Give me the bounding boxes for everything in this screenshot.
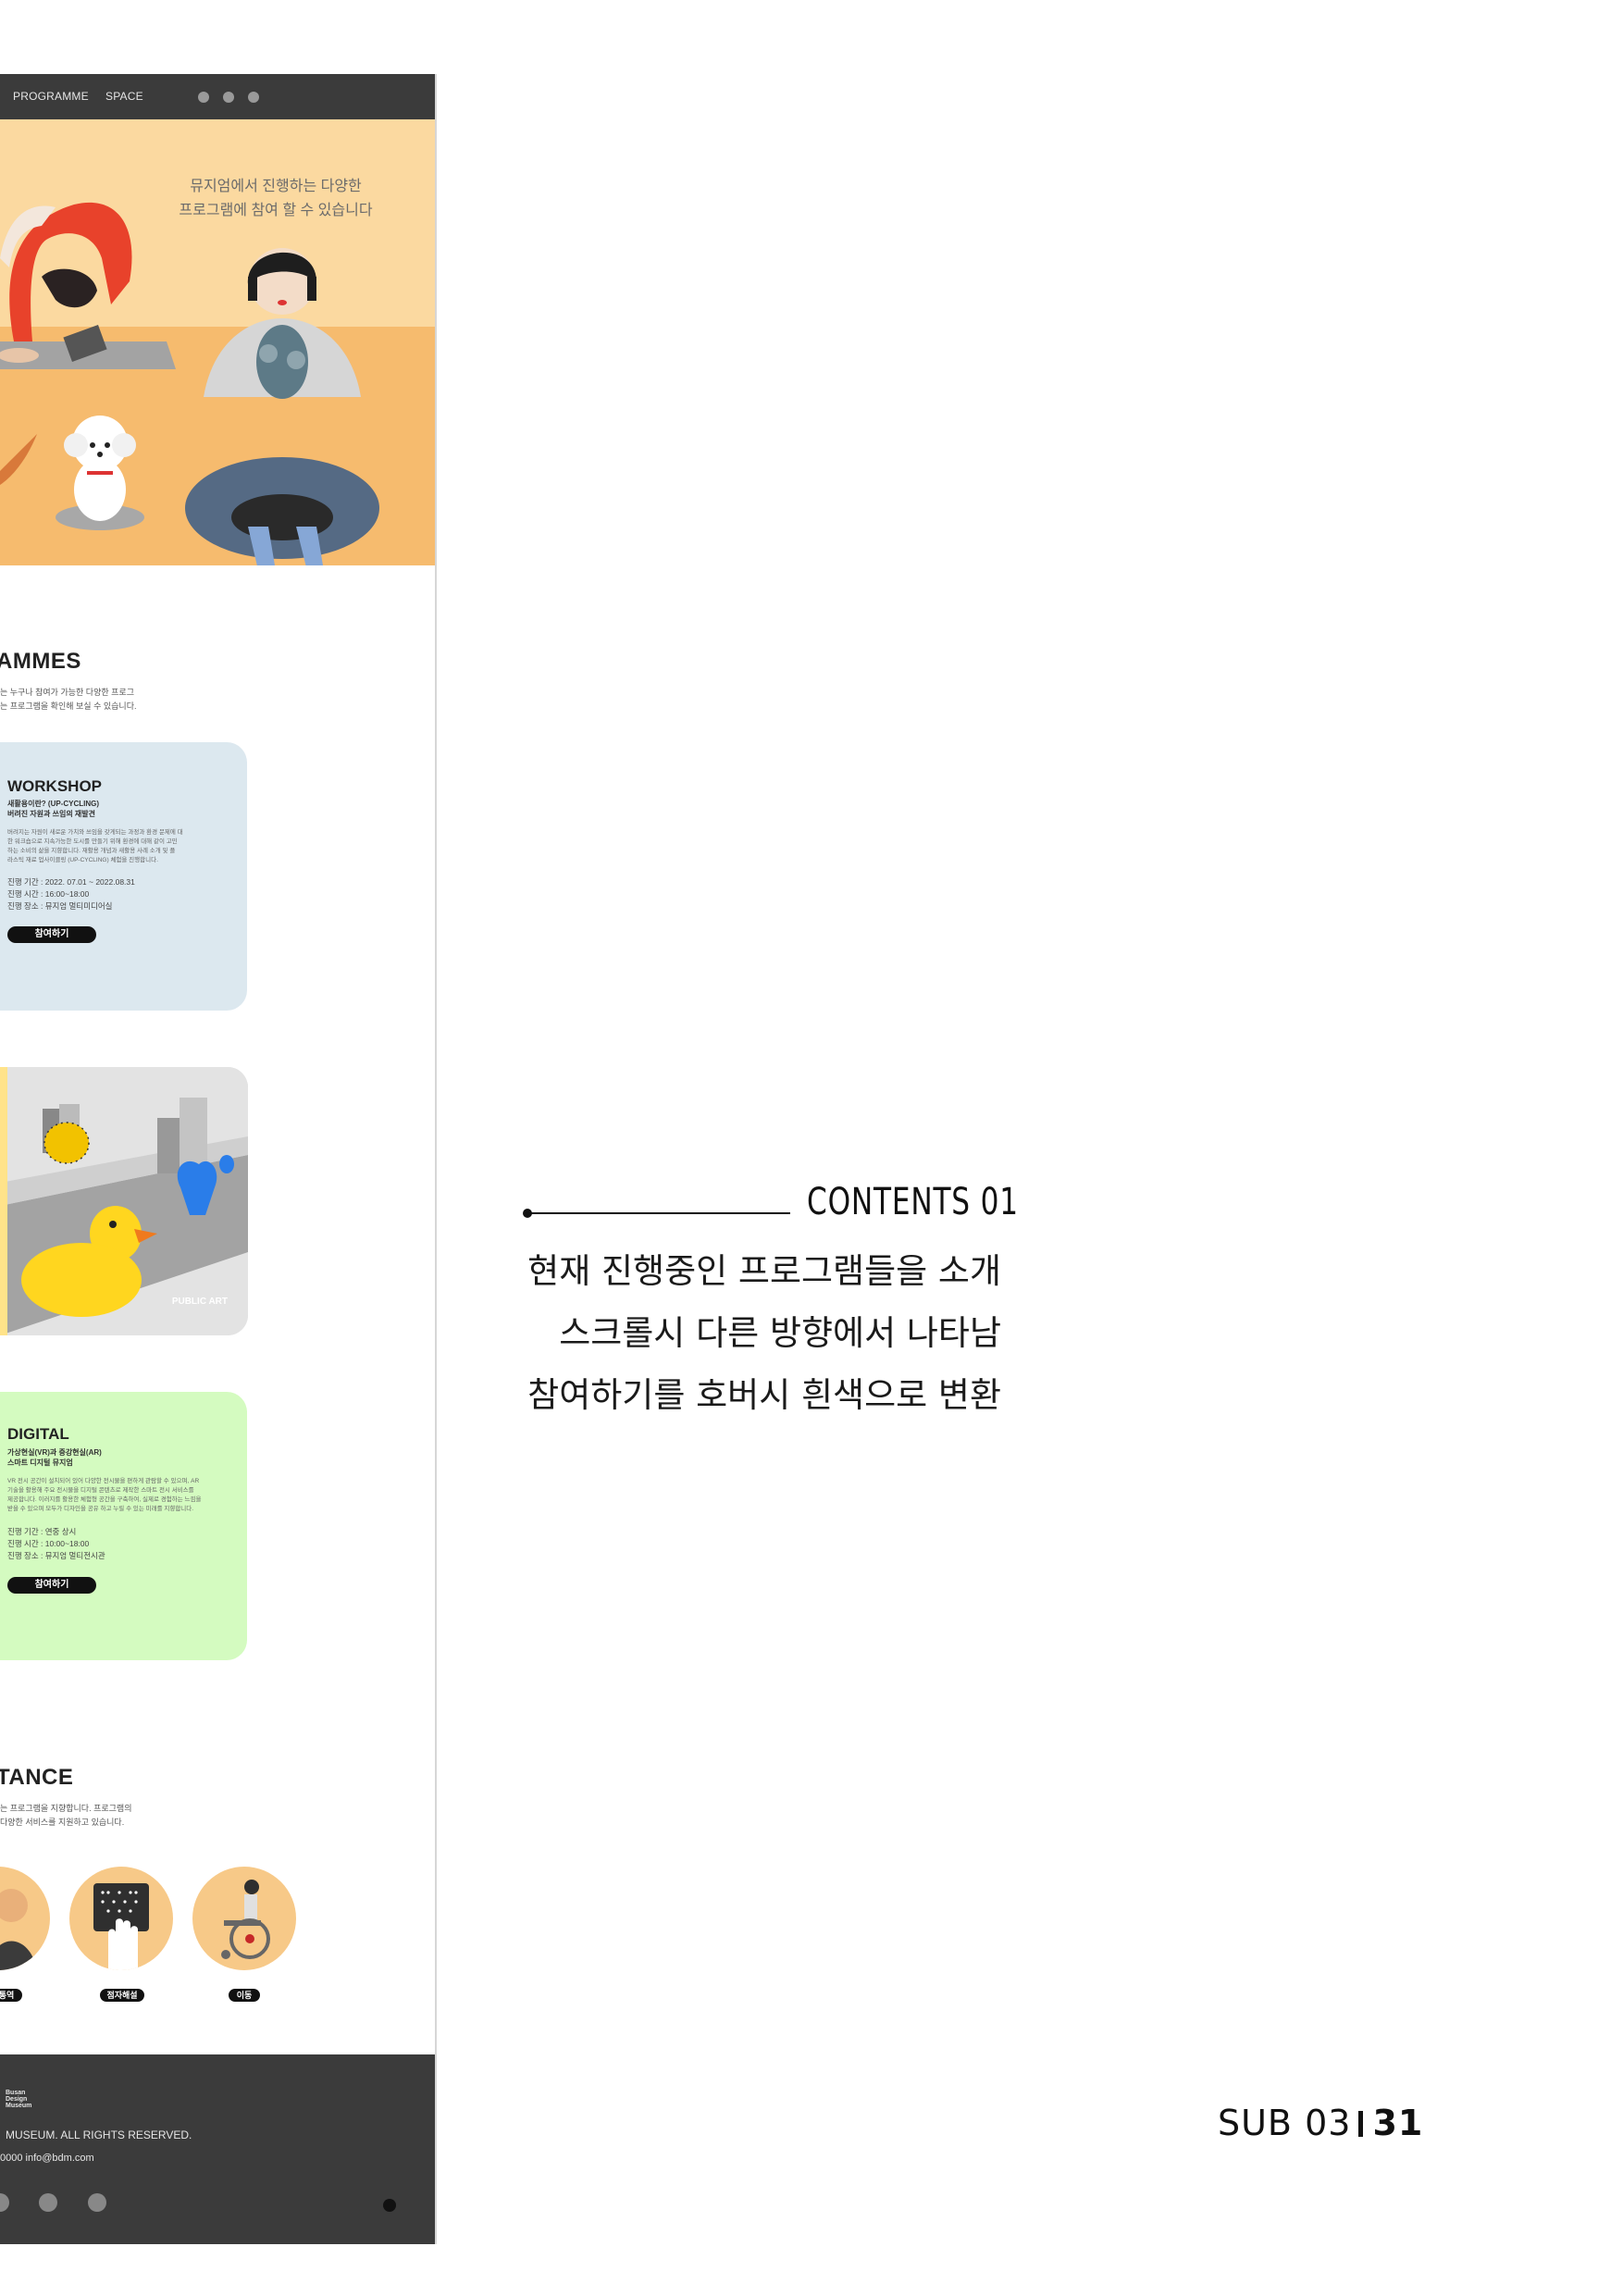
footer-logo: Busan Design Museum bbox=[6, 2090, 31, 2109]
workshop-body-line: 라스틱 재료 업사이클링 (UP-CYCLING) 체험을 진행합니다. bbox=[7, 857, 158, 863]
workshop-info: 진행 기간 : 2022. 07.01 ~ 2022.08.31 진행 시간 :… bbox=[7, 876, 135, 912]
instagram-icon[interactable] bbox=[39, 2193, 57, 2212]
digital-info: 진행 기간 : 연중 상시 진행 시간 : 10:00~18:00 진행 장소 … bbox=[7, 1526, 105, 1562]
workshop-body: 버려지는 자원이 새로운 가치와 쓰임을 갖게되는 과정과 환경 문제에 대 한… bbox=[7, 828, 216, 865]
workshop-subtitle: 새활용이란? (UP-CYCLING) 버려진 자원과 쓰임의 재발견 bbox=[7, 799, 99, 819]
contents-line: 스크롤시 다른 방향에서 나타남 bbox=[559, 1313, 1001, 1353]
hero-banner: 뮤지엄에서 진행하는 다양한 프로그램에 참여 할 수 있습니다 bbox=[0, 119, 435, 565]
digital-body-line: 제공합니다. 이러지를 활용한 체험형 공간을 구축하여, 실제로 경험하는 느… bbox=[7, 1496, 202, 1503]
programmes-desc-line: 는 프로그램을 확인해 보실 수 있습니다. bbox=[0, 701, 137, 711]
workshop-info-line: 진행 시간 : 16:00~18:00 bbox=[7, 889, 90, 899]
workshop-title: WORKSHOP bbox=[7, 777, 102, 795]
digital-subtitle-line: 가상현실(VR)과 증강현실(AR) bbox=[7, 1448, 102, 1457]
contents-line: 현재 진행중인 프로그램들을 소개 bbox=[527, 1251, 1001, 1291]
footer: Busan Design Museum MUSEUM. ALL RIGHTS R… bbox=[0, 2054, 435, 2244]
contents-title: CONTENTS 01 bbox=[807, 1181, 1019, 1223]
public-art-card: PUBLIC ART bbox=[0, 1067, 248, 1335]
nav-link-space[interactable]: SPACE bbox=[105, 90, 143, 103]
nav-link-programme[interactable]: PROGRAMME bbox=[13, 90, 89, 103]
programmes-title: AMMES bbox=[0, 649, 81, 674]
workshop-subtitle-line: 새활용이란? (UP-CYCLING) bbox=[7, 800, 100, 808]
digital-join-button[interactable]: 참여하기 bbox=[7, 1577, 96, 1594]
contents-description: 현재 진행중인 프로그램들을 소개 스크롤시 다른 방향에서 나타남 참여하기를… bbox=[483, 1240, 1001, 1426]
footer-logo-line: Busan bbox=[6, 2090, 26, 2096]
digital-title: DIGITAL bbox=[7, 1425, 69, 1443]
digital-subtitle-line: 스마트 디지털 뮤지엄 bbox=[7, 1458, 73, 1467]
footer-contact: 0000 info@bdm.com bbox=[0, 2153, 94, 2164]
contents-line: 참여하기를 호버시 흰색으로 변환 bbox=[527, 1375, 1001, 1415]
assistance-title: TANCE bbox=[0, 1765, 74, 1790]
digital-body: VR 전시 공간이 설치되어 있어 다양한 전시물을 편하게 관람할 수 있으며… bbox=[7, 1477, 216, 1514]
digital-card: DIGITAL 가상현실(VR)과 증강현실(AR) 스마트 디지털 뮤지엄 V… bbox=[0, 1392, 247, 1660]
page-number: SUB 03 31 bbox=[1218, 2103, 1423, 2143]
digital-info-line: 진행 장소 : 뮤지엄 멀티전시관 bbox=[7, 1551, 105, 1560]
programmes-desc: 는 누구나 참여가 가능한 다양한 프로그 는 프로그램을 확인해 보실 수 있… bbox=[0, 686, 136, 714]
digital-body-line: 받을 수 있으며 모두가 디자인을 공유 하고 누릴 수 있는 미래를 지향합니… bbox=[7, 1506, 194, 1512]
assistance-desc: 는 프로그램을 지향합니다. 프로그램의 다양한 서비스를 지원하고 있습니다. bbox=[0, 1802, 131, 1830]
workshop-body-line: 한 워크숍으로 지속가능한 도시를 만들기 위해 환경에 대해 같이 고민 bbox=[7, 838, 178, 845]
website-mockup: PROGRAMME SPACE 뮤지엄에서 진행하는 다양한 프로그램에 참여 … bbox=[0, 74, 437, 2244]
assistance-desc-line: 다양한 서비스를 지원하고 있습니다. bbox=[0, 1818, 125, 1827]
footer-rights: MUSEUM. ALL RIGHTS RESERVED. bbox=[6, 2128, 192, 2141]
user-icon[interactable] bbox=[248, 92, 259, 103]
digital-body-line: 기술을 활용해 주요 전시물을 디지털 콘텐츠로 제작한 스마트 전시 서비스를 bbox=[7, 1487, 194, 1494]
digital-body-line: VR 전시 공간이 설치되어 있어 다양한 전시물을 편하게 관람할 수 있으며… bbox=[7, 1478, 200, 1484]
wheelchair-icon bbox=[221, 1880, 270, 1959]
assist-label-mobility: 이동 bbox=[229, 1989, 260, 2002]
assist-braille-item[interactable] bbox=[69, 1867, 173, 1970]
contents-leader-line bbox=[526, 1212, 790, 1214]
assist-label-interpretation: 통역 bbox=[0, 1989, 22, 2002]
workshop-subtitle-line: 버려진 자원과 쓰임의 재발견 bbox=[7, 810, 95, 818]
top-nav: PROGRAMME SPACE bbox=[0, 74, 435, 119]
public-art-illustration bbox=[0, 1067, 248, 1335]
workshop-body-line: 버려지는 자원이 새로운 가치와 쓰임을 갖게되는 과정과 환경 문제에 대 bbox=[7, 829, 183, 836]
workshop-info-line: 진행 기간 : 2022. 07.01 ~ 2022.08.31 bbox=[7, 877, 135, 887]
footer-logo-line: Museum bbox=[6, 2103, 32, 2109]
scroll-top-icon[interactable] bbox=[383, 2199, 396, 2212]
braille-icon bbox=[93, 1883, 149, 1970]
assist-interpretation-item[interactable] bbox=[0, 1867, 50, 1970]
youtube-icon[interactable] bbox=[88, 2193, 106, 2212]
digital-info-line: 진행 기간 : 연중 상시 bbox=[7, 1527, 77, 1536]
workshop-card: WORKSHOP 새활용이란? (UP-CYCLING) 버려진 자원과 쓰임의… bbox=[0, 742, 247, 1011]
programmes-desc-line: 는 누구나 참여가 가능한 다양한 프로그 bbox=[0, 688, 134, 697]
assist-mobility-item[interactable] bbox=[192, 1867, 296, 1970]
digital-info-line: 진행 시간 : 10:00~18:00 bbox=[7, 1539, 90, 1548]
workshop-join-button[interactable]: 참여하기 bbox=[7, 926, 96, 943]
page-divider bbox=[1358, 2111, 1364, 2137]
digital-subtitle: 가상현실(VR)과 증강현실(AR) 스마트 디지털 뮤지엄 bbox=[7, 1447, 102, 1468]
interpreter-illustration bbox=[0, 1889, 37, 1970]
assist-label-braille: 점자해설 bbox=[100, 1989, 144, 2002]
page-number-value: 31 bbox=[1372, 2103, 1424, 2143]
public-art-label: PUBLIC ART bbox=[171, 1297, 228, 1307]
hero-illustration bbox=[0, 202, 379, 565]
social-circle-icon[interactable] bbox=[0, 2193, 9, 2212]
workshop-body-line: 하는 소비의 삶을 지향합니다. 재활용 개념과 새활용 사례 소개 및 플 bbox=[7, 848, 176, 854]
assistance-desc-line: 는 프로그램을 지향합니다. 프로그램의 bbox=[0, 1804, 132, 1813]
page-section: SUB 03 bbox=[1218, 2103, 1352, 2143]
language-icon[interactable] bbox=[198, 92, 209, 103]
search-icon[interactable] bbox=[223, 92, 234, 103]
footer-logo-line: Design bbox=[6, 2096, 28, 2103]
workshop-info-line: 진행 장소 : 뮤지엄 멀티미디어실 bbox=[7, 901, 113, 911]
